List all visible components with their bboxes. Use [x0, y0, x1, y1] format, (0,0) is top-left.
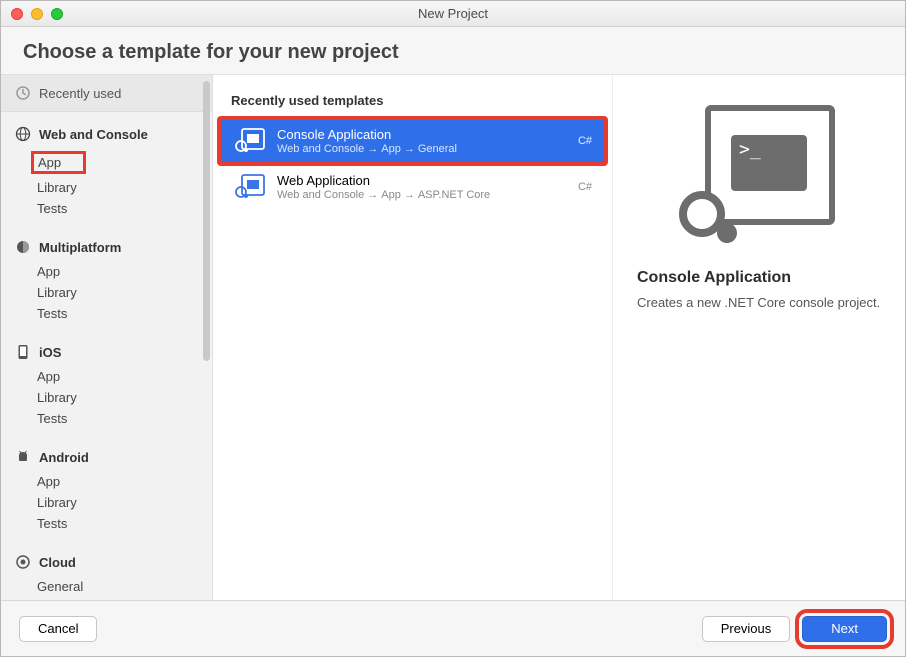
dialog-header: Choose a template for your new project — [1, 27, 905, 74]
ios-icon — [15, 344, 31, 360]
globe-icon — [15, 126, 31, 142]
sidebar-item-label: App — [31, 151, 86, 174]
detail-title: Console Application — [637, 269, 881, 287]
titlebar: New Project — [1, 1, 905, 27]
multiplatform-icon — [15, 239, 31, 255]
sidebar-category-android[interactable]: Android — [1, 435, 212, 469]
window-title: New Project — [1, 6, 905, 21]
terminal-icon — [731, 135, 807, 191]
android-icon — [15, 449, 31, 465]
cloud-icon — [15, 554, 31, 570]
sidebar-item-library[interactable]: Library — [37, 282, 212, 303]
template-illustration — [669, 105, 849, 245]
console-app-icon — [233, 126, 267, 156]
sidebar-category-label: Cloud — [39, 555, 76, 570]
sidebar-category-label: Android — [39, 450, 89, 465]
template-console-application[interactable]: Console Application Web and Console→App→… — [219, 118, 606, 164]
dialog-body: Recently used Web and Console App Librar… — [1, 74, 905, 600]
template-language-badge: C# — [578, 135, 592, 147]
new-project-dialog: New Project Choose a template for your n… — [0, 0, 906, 657]
cancel-button[interactable]: Cancel — [19, 616, 97, 642]
sidebar-category-label: Web and Console — [39, 127, 148, 142]
sidebar-item-library[interactable]: Library — [37, 387, 212, 408]
template-title: Console Application — [277, 127, 570, 142]
next-button[interactable]: Next — [802, 616, 887, 642]
sidebar-item-library[interactable]: Library — [37, 177, 212, 198]
sidebar-recent-label: Recently used — [39, 86, 121, 101]
sidebar-item-tests[interactable]: Tests — [37, 303, 212, 324]
sidebar-category-multiplatform[interactable]: Multiplatform — [1, 225, 212, 259]
scrollbar-thumb[interactable] — [203, 81, 210, 361]
sidebar-recently-used[interactable]: Recently used — [1, 75, 212, 112]
sidebar-item-library[interactable]: Library — [37, 492, 212, 513]
template-detail-panel: Console Application Creates a new .NET C… — [613, 75, 905, 600]
sidebar-scrollbar[interactable] — [203, 75, 211, 435]
sidebar-item-tests[interactable]: Tests — [37, 198, 212, 219]
template-breadcrumb: Web and Console→App→ASP.NET Core — [277, 189, 570, 201]
previous-button[interactable]: Previous — [702, 616, 791, 642]
sidebar-item-general[interactable]: General — [37, 576, 212, 597]
detail-description: Creates a new .NET Core console project. — [637, 295, 881, 310]
sidebar-item-app[interactable]: App — [37, 148, 212, 177]
sidebar-item-tests[interactable]: Tests — [37, 513, 212, 534]
sidebar-category-web-and-console[interactable]: Web and Console — [1, 112, 212, 146]
web-app-icon — [233, 172, 267, 202]
sidebar: Recently used Web and Console App Librar… — [1, 75, 213, 600]
sidebar-item-app[interactable]: App — [37, 261, 212, 282]
sidebar-item-tests[interactable]: Tests — [37, 408, 212, 429]
template-list: Recently used templates Console Applicat… — [213, 75, 613, 600]
template-title: Web Application — [277, 173, 570, 188]
sidebar-item-app[interactable]: App — [37, 366, 212, 387]
template-web-application[interactable]: Web Application Web and Console→App→ASP.… — [219, 164, 606, 210]
sidebar-item-app[interactable]: App — [37, 471, 212, 492]
template-language-badge: C# — [578, 181, 592, 193]
sidebar-category-label: iOS — [39, 345, 61, 360]
template-breadcrumb: Web and Console→App→General — [277, 143, 570, 155]
sidebar-category-label: Multiplatform — [39, 240, 121, 255]
sidebar-category-cloud[interactable]: Cloud — [1, 540, 212, 574]
clock-icon — [15, 85, 31, 101]
sidebar-category-ios[interactable]: iOS — [1, 330, 212, 364]
page-title: Choose a template for your new project — [23, 41, 883, 64]
template-list-heading: Recently used templates — [213, 93, 612, 118]
dialog-footer: Cancel Previous Next — [1, 600, 905, 656]
